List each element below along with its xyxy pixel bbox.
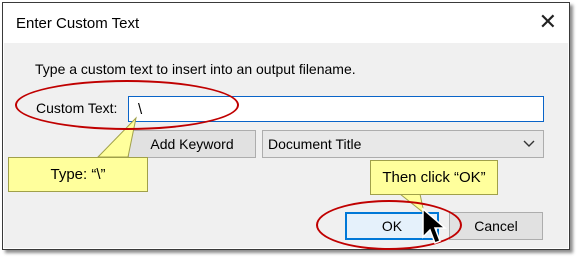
- mouse-pointer-icon: [422, 207, 447, 244]
- type-callout-pointer: [96, 116, 137, 158]
- callout-pointers: [96, 116, 425, 215]
- ok-callout-text: Then click “OK”: [382, 169, 486, 186]
- type-callout: Type: “\”: [8, 157, 148, 192]
- ok-callout: Then click “OK”: [370, 160, 498, 195]
- type-callout-text: Type: “\”: [50, 166, 106, 183]
